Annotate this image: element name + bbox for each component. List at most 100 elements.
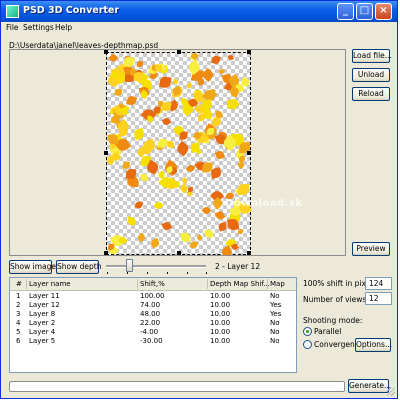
table-cell: 100.00 — [140, 292, 165, 300]
leaf-shape — [133, 71, 144, 81]
slider-tick — [187, 272, 188, 274]
table-cell: 74.00 — [140, 301, 161, 309]
column-divider — [26, 279, 27, 289]
load-file-button[interactable]: Load file... — [352, 49, 392, 63]
leaf-shape — [122, 162, 130, 170]
menu-file[interactable]: File — [6, 23, 19, 32]
table-row[interactable]: 6 Layer 5 -30.00 10.00 No — [10, 337, 296, 345]
leaf-shape — [173, 181, 180, 188]
selection-handle[interactable] — [177, 251, 181, 255]
parallel-label[interactable]: Parallel — [314, 327, 341, 336]
slider-thumb[interactable] — [126, 259, 133, 272]
table-cell: -30.00 — [140, 337, 163, 345]
leaf-shape — [145, 160, 160, 176]
leaf-shape — [198, 78, 205, 86]
leaf-shape — [174, 140, 191, 157]
table-row[interactable]: 5 Layer 4 -4.00 10.00 No — [10, 328, 296, 336]
leaf-shape — [171, 78, 179, 86]
parallel-radio[interactable] — [303, 327, 312, 336]
table-cell: -4.00 — [140, 328, 159, 336]
shooting-mode-label: Shooting mode: — [303, 316, 363, 325]
slider-tick — [127, 272, 128, 274]
convergence-radio[interactable] — [303, 340, 312, 349]
leaf-shape — [114, 88, 123, 97]
options-button[interactable]: Options... — [355, 338, 392, 352]
leaf-shape — [149, 237, 161, 249]
table-cell: 22.00 — [140, 319, 161, 327]
column-divider — [267, 279, 268, 289]
column-header-map[interactable]: Map — [270, 280, 285, 288]
close-button[interactable]: × — [375, 3, 392, 20]
image-preview-area: Download.sk — [9, 49, 346, 256]
leaf-shape — [218, 222, 228, 232]
column-header-number[interactable]: # — [16, 280, 22, 288]
leaf-shape — [145, 114, 154, 123]
slider-track — [106, 265, 206, 268]
selection-handle[interactable] — [104, 251, 108, 255]
leaf-shape — [210, 167, 223, 179]
watermark-text: Download.sk — [225, 198, 303, 209]
resize-grip[interactable] — [387, 388, 395, 396]
slider-tick — [206, 272, 207, 274]
leaf-shape — [180, 233, 191, 243]
table-cell: 10.00 — [210, 301, 231, 309]
menu-help[interactable]: Help — [55, 23, 72, 32]
shift-pixels-input[interactable]: 124 — [365, 277, 392, 290]
generate-button[interactable]: Generate... — [348, 379, 391, 393]
selection-handle[interactable] — [177, 50, 181, 54]
table-cell: 3 — [16, 310, 21, 318]
leaf-shape — [161, 116, 172, 127]
preview-button[interactable]: Preview — [352, 242, 390, 256]
leaf-shape — [196, 233, 204, 241]
leaf-shape — [140, 174, 148, 182]
table-cell: 10.00 — [210, 292, 231, 300]
table-cell: Layer 11 — [29, 292, 60, 300]
show-depth-button[interactable]: Show depth — [56, 260, 101, 274]
selection-handle[interactable] — [247, 251, 251, 255]
maximize-icon: □ — [359, 5, 370, 16]
table-header: # Layer name Shift,% Depth Map Shif... M… — [10, 278, 296, 291]
layers-table[interactable]: # Layer name Shift,% Depth Map Shif... M… — [9, 277, 297, 373]
menu-settings[interactable]: Settings — [23, 23, 54, 32]
table-cell: No — [270, 319, 280, 327]
selection-handle[interactable] — [104, 151, 108, 155]
column-header-layer-name[interactable]: Layer name — [29, 280, 71, 288]
menu-bar: File Settings Help — [1, 22, 397, 34]
column-divider — [207, 279, 208, 289]
table-row[interactable]: 2 Layer 12 74.00 10.00 Yes — [10, 301, 296, 309]
column-header-shift[interactable]: Shift,% — [140, 280, 165, 288]
leaf-shape — [134, 200, 144, 210]
selection-handle[interactable] — [104, 50, 108, 54]
leaf-shape — [107, 243, 114, 250]
title-bar[interactable]: PSD 3D Converter _ □ × — [1, 1, 397, 22]
leaf-shape — [237, 183, 249, 195]
minimize-button[interactable]: _ — [337, 3, 354, 20]
leaf-shape — [123, 55, 136, 68]
leaf-shape — [180, 131, 188, 140]
progress-bar — [9, 381, 345, 392]
maximize-button[interactable]: □ — [356, 3, 373, 20]
leaf-shape — [236, 161, 245, 170]
reload-button[interactable]: Reload — [352, 87, 390, 101]
unload-button[interactable]: Unload — [352, 68, 390, 82]
image-canvas[interactable]: Download.sk — [104, 50, 302, 255]
table-row[interactable]: 3 Layer 8 48.00 10.00 Yes — [10, 310, 296, 318]
leaf-shape — [181, 176, 189, 185]
number-of-views-input[interactable]: 12 — [365, 292, 392, 305]
layer-slider[interactable] — [102, 258, 211, 274]
app-window: PSD 3D Converter _ □ × File Settings Hel… — [0, 0, 398, 399]
table-cell: 10.00 — [210, 328, 231, 336]
leaf-shape — [198, 113, 206, 121]
table-cell: 2 — [16, 301, 21, 309]
table-row[interactable]: 4 Layer 2 22.00 10.00 No — [10, 319, 296, 327]
table-row[interactable]: 1 Layer 11 100.00 10.00 No — [10, 292, 296, 300]
leaf-shape — [161, 220, 173, 232]
table-cell: 48.00 — [140, 310, 161, 318]
minimize-icon: _ — [343, 5, 348, 16]
column-header-depth-map-shift[interactable]: Depth Map Shif... — [210, 280, 270, 288]
selection-handle[interactable] — [247, 50, 251, 54]
show-image-button[interactable]: Show image — [9, 260, 56, 274]
selection-handle[interactable] — [247, 151, 251, 155]
window-title: PSD 3D Converter — [23, 5, 120, 16]
table-cell: Layer 4 — [29, 328, 56, 336]
